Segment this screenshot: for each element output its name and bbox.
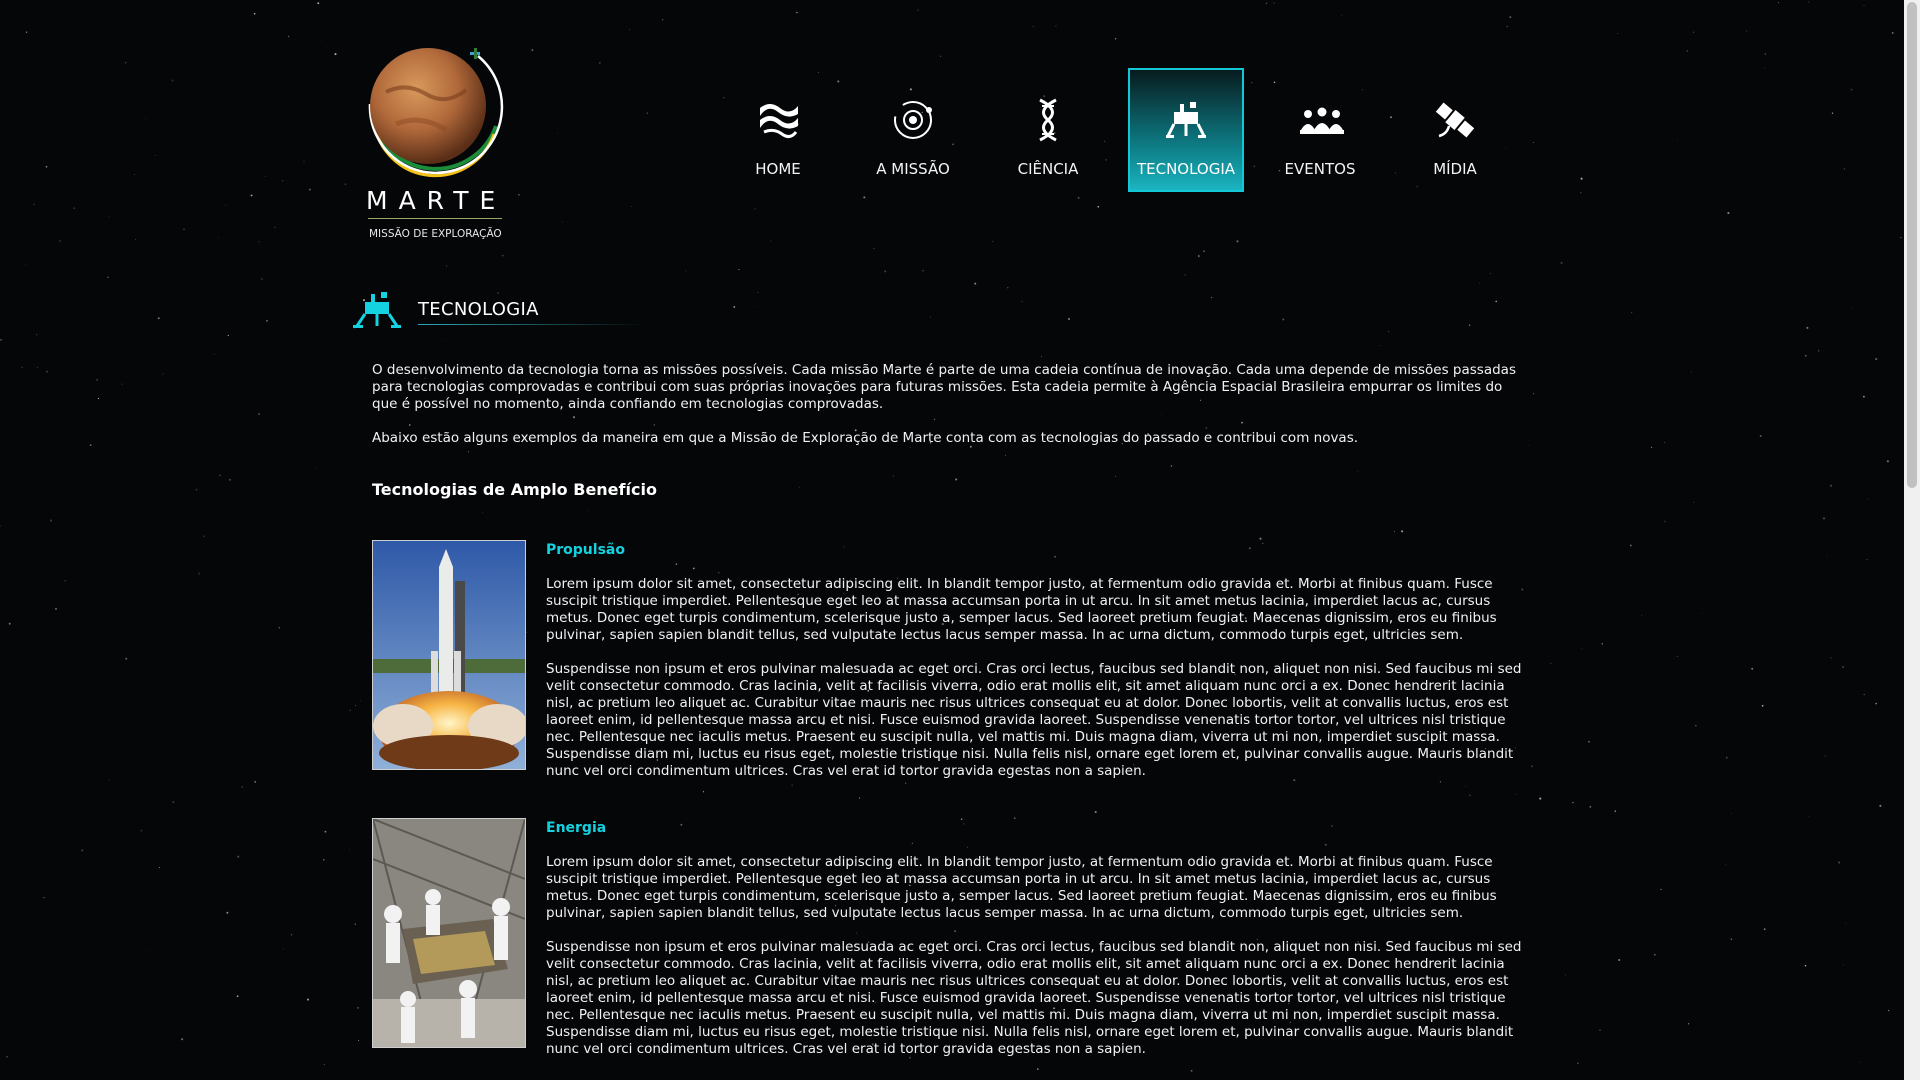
tech-paragraph: Suspendisse non ipsum et eros pulvinar m… <box>546 661 1522 779</box>
nav-item-mission[interactable]: A MISSÃO <box>855 68 971 192</box>
lander-icon <box>1166 102 1206 138</box>
section-subheading: Tecnologias de Amplo Benefício <box>372 480 657 499</box>
intro-paragraph: O desenvolvimento da tecnologia torna as… <box>372 362 1516 412</box>
nav-label-media: MÍDIA <box>1433 160 1477 178</box>
nav-item-media[interactable]: MÍDIA <box>1397 68 1513 192</box>
page-title: TECNOLOGIA <box>418 299 539 320</box>
waves-icon <box>760 104 798 139</box>
nav-label-home: HOME <box>755 160 801 178</box>
lander-icon <box>353 292 401 328</box>
tech-text: Propulsão Lorem ipsum dolor sit amet, co… <box>546 540 1534 797</box>
nav-label-technology: TECNOLOGIA <box>1136 160 1236 178</box>
intro-content: O desenvolvimento da tecnologia torna as… <box>372 362 1532 464</box>
nav-item-technology[interactable]: TECNOLOGIA <box>1128 68 1244 192</box>
tech-title: Propulsão <box>546 542 625 558</box>
nav-item-home[interactable]: HOME <box>720 68 836 192</box>
nav-label-science: CIÊNCIA <box>1017 160 1079 178</box>
logo-subtitle: MISSÃO DE EXPLORAÇÃO <box>369 228 502 240</box>
tech-item-propulsion: Propulsão Lorem ipsum dolor sit amet, co… <box>372 540 1534 785</box>
tech-paragraph: Lorem ipsum dolor sit amet, consectetur … <box>546 854 1497 921</box>
scrollbar-thumb[interactable] <box>1907 2 1917 488</box>
rocket-launch-photo <box>372 540 526 770</box>
logo-divider <box>368 218 502 219</box>
title-underline <box>418 324 648 325</box>
intro-paragraph: Abaixo estão alguns exemplos da maneira … <box>372 430 1359 446</box>
tech-item-energy: Energia Lorem ipsum dolor sit amet, cons… <box>372 818 1534 1063</box>
logo-text: MARTE <box>366 186 507 215</box>
tech-paragraph: Lorem ipsum dolor sit amet, consectetur … <box>546 576 1497 643</box>
vertical-scrollbar[interactable] <box>1904 0 1920 1080</box>
satellite-icon <box>1435 102 1475 138</box>
people-icon <box>1300 107 1344 134</box>
tech-title: Energia <box>546 820 607 836</box>
clean-room-spacecraft-photo <box>372 818 526 1048</box>
nav-item-events[interactable]: EVENTOS <box>1262 68 1378 192</box>
tech-text: Energia Lorem ipsum dolor sit amet, cons… <box>546 818 1534 1075</box>
orbit-icon <box>894 101 932 139</box>
dna-icon <box>1039 98 1057 142</box>
nav-label-events: EVENTOS <box>1284 160 1356 178</box>
tech-paragraph: Suspendisse non ipsum et eros pulvinar m… <box>546 939 1522 1057</box>
nav-item-science[interactable]: CIÊNCIA <box>990 68 1106 192</box>
nav-label-mission: A MISSÃO <box>876 160 950 178</box>
